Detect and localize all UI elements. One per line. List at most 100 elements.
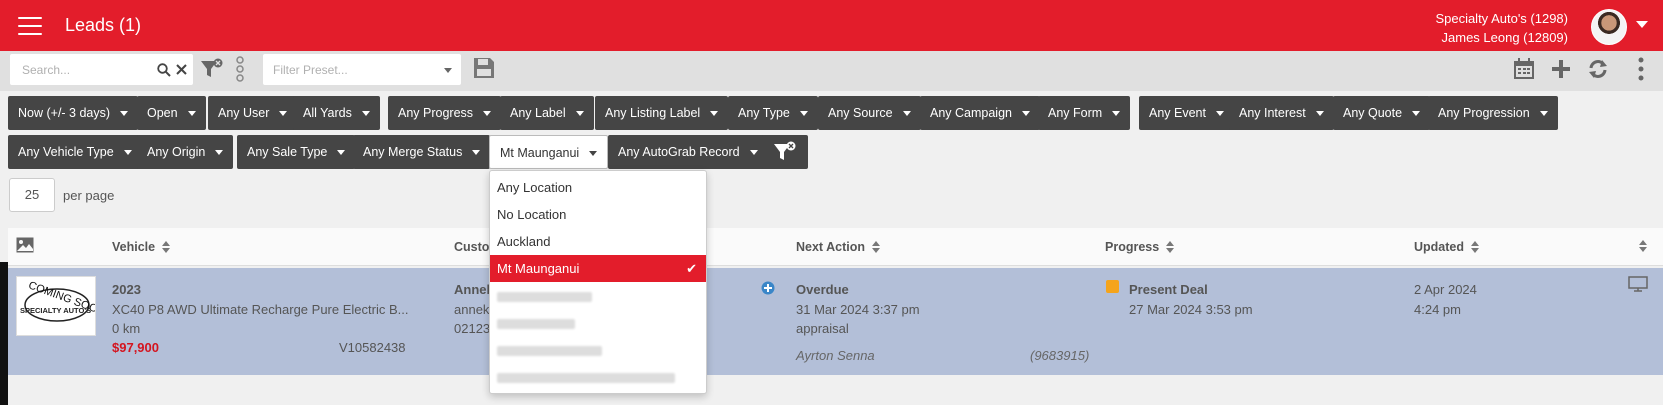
next-action-user: Ayrton Senna [796, 348, 875, 363]
column-vehicle-label: Vehicle [112, 240, 156, 254]
filter-campaign[interactable]: Any Campaign [920, 96, 1040, 130]
sort-icon[interactable] [1471, 241, 1479, 253]
vehicle-price: $97,900 [112, 340, 159, 355]
redacted-text [497, 291, 592, 302]
clear-filters-button[interactable] [762, 135, 808, 169]
redacted-text [497, 318, 575, 329]
location-option-redacted[interactable] [490, 336, 706, 363]
filter-autograb[interactable]: Any AutoGrab Record [608, 135, 768, 169]
filter-location[interactable]: Mt Maunganui [489, 135, 609, 169]
column-next-action-label: Next Action [796, 240, 865, 254]
next-action-status: Overdue [796, 282, 849, 297]
filter-merge-status[interactable]: Any Merge Status [353, 135, 491, 169]
thumbnail-brand-text: SPECIALTY AUTO'S [20, 306, 91, 315]
column-updated-label: Updated [1414, 240, 1464, 254]
per-page-input[interactable]: 25 [9, 178, 55, 212]
add-icon[interactable] [1551, 59, 1571, 79]
progress-date: 27 Mar 2024 3:53 pm [1129, 302, 1253, 317]
account-dealer: Specialty Auto's (1298) [1435, 11, 1568, 26]
add-action-icon[interactable] [761, 281, 775, 295]
customer-phone[interactable]: 02123 [454, 319, 490, 339]
per-page-label: per page [63, 188, 115, 203]
search-icon[interactable] [157, 63, 171, 77]
location-option-label: Mt Maunganui [497, 261, 580, 276]
column-vehicle[interactable]: Vehicle [112, 240, 171, 254]
updated-date: 2 Apr 2024 [1414, 282, 1477, 297]
location-option-mt-maunganui[interactable]: Mt Maunganui ✔ [490, 255, 706, 282]
filter-preset-placeholder: Filter Preset... [273, 63, 348, 77]
filter-interest[interactable]: Any Interest [1229, 96, 1334, 130]
filter-type[interactable]: Any Type [728, 96, 818, 130]
redacted-text [497, 372, 675, 383]
location-option-redacted[interactable] [490, 282, 706, 309]
page-title: Leads (1) [65, 15, 142, 35]
top-bar: Leads (1) Specialty Auto's (1298) James … [0, 0, 1663, 51]
image-icon [16, 237, 34, 253]
updated-time: 4:24 pm [1414, 302, 1461, 317]
more-options-icon[interactable] [1638, 57, 1644, 81]
search-field[interactable] [10, 54, 193, 85]
chevron-down-icon[interactable] [1636, 21, 1648, 28]
location-option-redacted[interactable] [490, 309, 706, 336]
monitor-icon[interactable] [1628, 276, 1648, 292]
vehicle-thumbnail[interactable]: COMING SOON SPECIALTY AUTO'S [16, 276, 96, 336]
filter-origin[interactable]: Any Origin [137, 135, 234, 169]
vehicle-model[interactable]: XC40 P8 AWD Ultimate Recharge Pure Elect… [112, 300, 408, 320]
table-row[interactable]: COMING SOON SPECIALTY AUTO'S 2023 XC40 P… [8, 268, 1663, 375]
filter-user[interactable]: Any User [208, 96, 298, 130]
location-option-redacted[interactable] [490, 363, 706, 390]
avatar[interactable] [1591, 9, 1627, 45]
column-customer[interactable]: Custo [454, 240, 489, 254]
filter-sale-type[interactable]: Any Sale Type [237, 135, 356, 169]
customer-email[interactable]: annek [454, 300, 489, 320]
clear-icon[interactable] [176, 64, 187, 75]
column-customer-label: Custo [454, 240, 490, 254]
next-action-date: 31 Mar 2024 3:37 pm [796, 302, 920, 317]
location-option-auckland[interactable]: Auckland [490, 228, 706, 255]
calendar-icon[interactable] [1512, 57, 1536, 81]
column-updated[interactable]: Updated [1414, 240, 1479, 254]
filter-yards[interactable]: All Yards [293, 96, 380, 130]
sort-icon[interactable] [872, 241, 880, 253]
sort-icon[interactable] [1166, 241, 1175, 253]
filter-quote[interactable]: Any Quote [1333, 96, 1431, 130]
chevron-down-icon [444, 68, 452, 73]
location-option-none[interactable]: No Location [490, 201, 706, 228]
filter-status[interactable]: Open [137, 96, 206, 130]
customer-name[interactable]: Annek [454, 280, 494, 300]
location-dropdown-menu[interactable]: Any Location No Location Auckland Mt Mau… [489, 170, 707, 394]
next-action-id: (9683915) [1030, 348, 1090, 363]
table-header: Vehicle Custo Next Action Progress Updat… [8, 228, 1663, 266]
column-options-icon[interactable] [234, 56, 246, 82]
menu-icon[interactable] [18, 17, 42, 35]
progress-label: Present Deal [1129, 282, 1208, 297]
filter-clear-icon[interactable] [200, 58, 224, 80]
vehicle-stock-number: V10582438 [339, 340, 406, 355]
vehicle-year: 2023 [112, 282, 141, 297]
filter-listing-label[interactable]: Any Listing Label [595, 96, 729, 130]
save-icon[interactable] [472, 56, 496, 80]
toolbar: Filter Preset... [0, 51, 1663, 91]
search-input[interactable] [20, 62, 150, 78]
filter-vehicle-type[interactable]: Any Vehicle Type [8, 135, 142, 169]
filter-date[interactable]: Now (+/- 3 days) [8, 96, 139, 130]
progress-status-indicator [1106, 280, 1119, 293]
account-user: James Leong (12809) [1441, 30, 1568, 45]
redacted-text [497, 345, 602, 356]
filter-source[interactable]: Any Source [818, 96, 921, 130]
filter-event[interactable]: Any Event [1139, 96, 1234, 130]
filter-progress[interactable]: Any Progress [388, 96, 502, 130]
sort-icon[interactable] [1639, 240, 1647, 252]
column-progress[interactable]: Progress [1105, 240, 1175, 254]
sort-icon[interactable] [162, 241, 171, 253]
filter-preset-select[interactable]: Filter Preset... [263, 54, 461, 85]
coming-soon-image: COMING SOON SPECIALTY AUTO'S [20, 279, 95, 322]
filter-form[interactable]: Any Form [1038, 96, 1131, 130]
location-option-any[interactable]: Any Location [490, 174, 706, 201]
refresh-icon[interactable] [1587, 58, 1609, 80]
check-icon: ✔ [686, 261, 697, 276]
filter-label[interactable]: Any Label [500, 96, 594, 130]
account-info[interactable]: Specialty Auto's (1298) James Leong (128… [1435, 9, 1568, 47]
column-next-action[interactable]: Next Action [796, 240, 880, 254]
filter-progression[interactable]: Any Progression [1428, 96, 1558, 130]
